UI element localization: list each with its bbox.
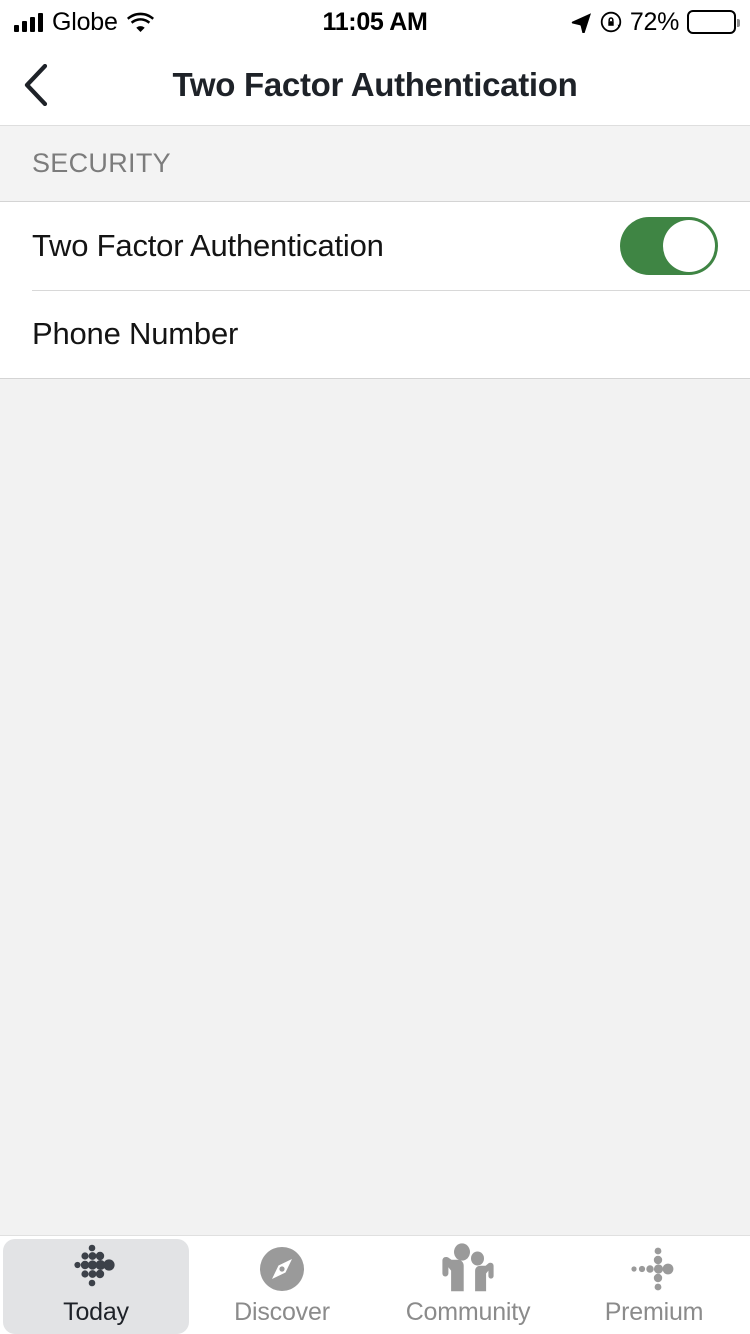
navigation-bar: Two Factor Authentication: [0, 44, 750, 125]
signal-bars-icon: [14, 12, 43, 32]
tab-bar: Today Discover Community Premium: [0, 1235, 750, 1334]
status-bar: Globe 11:05 AM 72%: [0, 0, 750, 44]
chevron-left-icon: [23, 63, 49, 106]
compass-icon: [256, 1242, 308, 1296]
tab-label: Premium: [604, 1298, 704, 1326]
tab-label: Community: [405, 1298, 531, 1326]
settings-list: Two Factor Authentication Phone Number: [0, 201, 750, 379]
battery-icon: [687, 10, 740, 34]
tab-today[interactable]: Today: [3, 1239, 189, 1334]
carrier-name: Globe: [52, 7, 118, 36]
wifi-icon: [126, 12, 154, 32]
premium-dots-icon: [625, 1242, 683, 1296]
back-button[interactable]: [0, 44, 72, 125]
section-header-label: SECURITY: [32, 148, 171, 178]
row-phone-number[interactable]: Phone Number: [0, 290, 750, 378]
content-area: SECURITY Two Factor Authentication Phone…: [0, 125, 750, 1235]
tab-label: Discover: [234, 1298, 330, 1326]
battery-percent: 72%: [629, 7, 679, 36]
people-group-icon: [439, 1242, 497, 1296]
tab-label: Today: [63, 1298, 129, 1326]
phone-screen: Globe 11:05 AM 72% Two Factor Authentica…: [0, 0, 750, 1334]
fitbit-dots-icon: [67, 1242, 125, 1296]
row-two-factor-authentication[interactable]: Two Factor Authentication: [0, 202, 750, 290]
two-factor-authentication-toggle[interactable]: [620, 217, 718, 275]
empty-space: [0, 379, 750, 1235]
status-bar-right: 72%: [571, 7, 740, 36]
row-label: Two Factor Authentication: [32, 228, 384, 263]
rotation-lock-icon: [600, 11, 622, 33]
status-bar-left: Globe: [14, 7, 154, 36]
tab-community[interactable]: Community: [375, 1239, 561, 1334]
row-label: Phone Number: [32, 316, 239, 351]
toggle-knob: [663, 220, 715, 272]
location-arrow-icon: [571, 12, 592, 33]
tab-discover[interactable]: Discover: [189, 1239, 375, 1334]
page-title: Two Factor Authentication: [172, 65, 578, 103]
section-header-security: SECURITY: [0, 125, 750, 201]
tab-premium[interactable]: Premium: [561, 1239, 747, 1334]
